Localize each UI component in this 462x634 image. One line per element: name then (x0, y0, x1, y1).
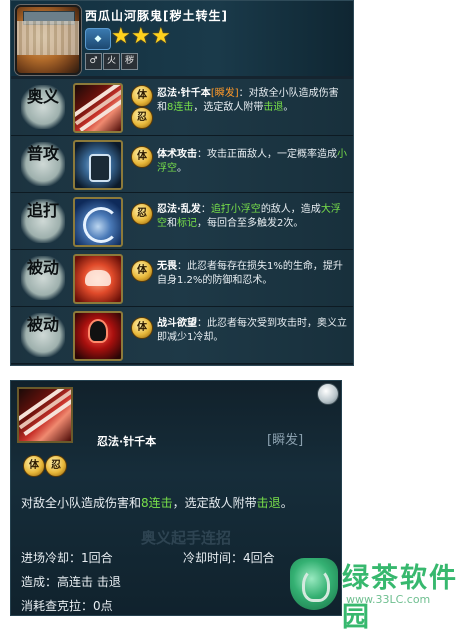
skill-description: 忍法·针千本[瞬发]：对敌全小队造成伤害和8连击，选定敌人附带击退。 (157, 88, 339, 113)
taijutsu-badge-icon: 体 (131, 146, 153, 168)
skill-name: 忍法·乱发 (157, 204, 201, 215)
background-label: 奥义起手连招 (141, 529, 232, 547)
skill-description: 忍法·乱发：追打小浮空的敌人，造成大浮空和标记，每回合至多触发2次。 (157, 204, 341, 229)
site-watermark: 绿茶软件园 www.33LC.com (290, 556, 462, 633)
star-icon: ★ (131, 24, 151, 49)
skill-name: 战斗欲望 (157, 318, 197, 329)
swirling-hair-icon[interactable] (73, 197, 123, 247)
skill-tag: [瞬发] (210, 88, 239, 99)
skill-name: 忍法·针千本 (157, 88, 211, 99)
close-icon[interactable] (317, 383, 339, 405)
skill-category: 追打 (21, 199, 65, 243)
gender-icon: ♂ (85, 53, 102, 70)
entry-cooldown: 进场冷却：1回合 (21, 551, 113, 565)
fist-icon[interactable] (73, 140, 123, 190)
muscle-icon[interactable] (73, 254, 123, 304)
star-icon: ★ (151, 24, 171, 49)
skill-category: 被动 (21, 256, 65, 300)
skill-category: 奥义 (21, 85, 65, 129)
needle-hair-icon (17, 387, 73, 443)
cooldown-time: 冷却时间：4回合 (183, 551, 275, 565)
skill-row-passive-battle-desire[interactable]: 被动 体 战斗欲望：此忍者每次受到攻击时，奥义立即减少1冷却。 (11, 307, 353, 364)
ninjutsu-badge-icon: 忍 (45, 455, 67, 477)
character-skill-panel: 西瓜山河豚鬼[秽土转生] ◆ ★ ★ ★ ♂ 火 秽 奥义 体 忍 忍法·针千本… (10, 0, 354, 366)
skill-row-chase[interactable]: 追打 忍 忍法·乱发：追打小浮空的敌人，造成大浮空和标记，每回合至多触发2次。 (11, 193, 353, 250)
character-header: 西瓜山河豚鬼[秽土转生] ◆ ★ ★ ★ ♂ 火 秽 (11, 1, 353, 76)
chakra-cost: 消耗查克拉：0点 (21, 599, 113, 613)
skill-row-passive-fearless[interactable]: 被动 体 无畏：此忍者每存在损失1%的生命，提升自身1.2%的防御和忍术。 (11, 250, 353, 307)
skill-name: 无畏 (157, 261, 177, 272)
detail-skill-type: [瞬发] (267, 433, 304, 448)
ninjutsu-badge-icon: 忍 (131, 107, 153, 129)
attribute-icon: 秽 (121, 53, 138, 70)
skill-category: 普攻 (21, 142, 65, 186)
ninjutsu-badge-icon: 忍 (131, 203, 153, 225)
skill-row-normal-attack[interactable]: 普攻 体 体术攻击：攻击正面敌人，一定概率造成小浮空。 (11, 136, 353, 193)
detail-description: 对敌全小队造成伤害和8连击，选定敌人附带击退。 (21, 496, 293, 510)
detail-skill-name: 忍法·针千本 (97, 435, 157, 448)
skill-category: 被动 (21, 313, 65, 357)
needle-hair-icon[interactable] (73, 83, 123, 133)
taijutsu-badge-icon: 体 (131, 85, 153, 107)
star-icon: ★ (111, 24, 131, 49)
skill-row-ougi[interactable]: 奥义 体 忍 忍法·针千本[瞬发]：对敌全小队造成伤害和8连击，选定敌人附带击退… (11, 79, 353, 136)
attribute-icon: 火 (103, 53, 120, 70)
watermark-url: www.33LC.com (346, 593, 431, 606)
leaf-logo-icon (290, 558, 338, 610)
portrait-hair (17, 21, 79, 55)
taijutsu-badge-icon: 体 (131, 317, 153, 339)
rank-icon: ◆ (85, 28, 111, 50)
rage-icon[interactable] (73, 311, 123, 361)
taijutsu-badge-icon: 体 (131, 260, 153, 282)
character-portrait (15, 5, 81, 75)
skill-effects: 造成：高连击 击退 (21, 575, 121, 589)
skill-description: 无畏：此忍者每存在损失1%的生命，提升自身1.2%的防御和忍术。 (157, 261, 343, 286)
skill-description: 战斗欲望：此忍者每次受到攻击时，奥义立即减少1冷却。 (157, 318, 347, 343)
character-name: 西瓜山河豚鬼[秽土转生] (85, 9, 228, 23)
skill-name: 体术攻击 (157, 149, 197, 160)
skill-description: 体术攻击：攻击正面敌人，一定概率造成小浮空。 (157, 149, 347, 174)
taijutsu-badge-icon: 体 (23, 455, 45, 477)
